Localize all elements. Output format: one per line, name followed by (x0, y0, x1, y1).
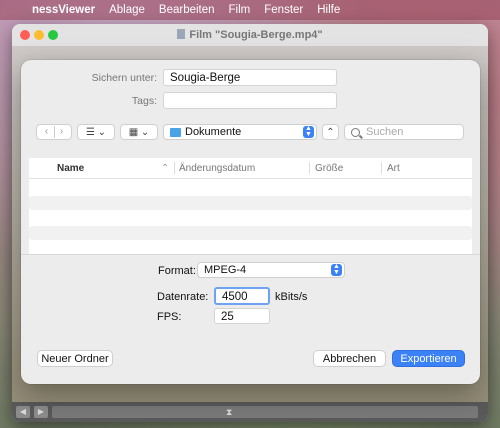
column-header: Name ⌃ Änderungsdatum Größe Art (29, 158, 472, 179)
search-icon (351, 127, 360, 137)
tags-label: Tags: (131, 95, 157, 107)
list-view-button[interactable]: ☰ ⌄ (77, 124, 115, 140)
window-title-wrap: Film "Sougia-Berge.mp4" (12, 29, 488, 41)
column-size[interactable]: Größe (315, 163, 343, 174)
group-view-button[interactable]: ▦ ⌄ (120, 124, 158, 140)
expand-collapse-button[interactable]: ⌃ (322, 124, 339, 140)
column-kind[interactable]: Art (387, 163, 400, 174)
menu-app-name[interactable]: nessViewer (32, 4, 95, 16)
list-row-empty (29, 196, 472, 210)
back-forward-buttons[interactable]: ‹ › (36, 124, 72, 140)
volume-icon[interactable]: ◀ (16, 406, 30, 418)
location-popup[interactable]: Dokumente ▲ ▼ (163, 124, 317, 140)
title-bar: Film "Sougia-Berge.mp4" (12, 24, 488, 47)
menu-bearbeiten[interactable]: Bearbeiten (159, 4, 215, 16)
format-popup[interactable]: MPEG-4 ▲ ▼ (197, 262, 345, 278)
fps-label: FPS: (157, 311, 182, 323)
datarate-label: Datenrate: (157, 291, 209, 303)
format-value: MPEG-4 (204, 264, 247, 276)
cancel-button[interactable]: Abbrechen (313, 350, 386, 367)
zoom-button[interactable] (48, 30, 58, 40)
list-row-empty (29, 226, 472, 240)
search-field[interactable]: Suchen (344, 124, 464, 140)
datarate-unit: kBits/s (275, 291, 308, 303)
playback-controller: ◀ ▶ ⧗ (12, 402, 488, 422)
chevron-up-icon: ⌃ (326, 126, 335, 138)
menu-bar: nessViewer Ablage Bearbeiten Film Fenste… (0, 0, 500, 20)
new-folder-button[interactable]: Neuer Ordner (37, 350, 113, 367)
menu-fenster[interactable]: Fenster (264, 4, 303, 16)
format-label: Format: (158, 265, 196, 277)
tags-field[interactable] (163, 92, 337, 109)
popup-arrows-icon: ▲ ▼ (303, 125, 314, 138)
menu-ablage[interactable]: Ablage (109, 4, 145, 16)
fps-field[interactable]: 25 (214, 308, 270, 324)
window-title: Film "Sougia-Berge.mp4" (189, 29, 323, 41)
menu-hilfe[interactable]: Hilfe (317, 4, 340, 16)
location-label: Dokumente (185, 126, 242, 138)
back-icon[interactable]: ‹ (40, 126, 54, 138)
document-icon (177, 29, 186, 39)
minimize-button[interactable] (34, 30, 44, 40)
forward-icon[interactable]: › (55, 126, 69, 138)
file-list[interactable]: Name ⌃ Änderungsdatum Größe Art (29, 158, 472, 254)
playhead-icon[interactable]: ⧗ (226, 407, 232, 418)
menu-film[interactable]: Film (229, 4, 251, 16)
divider (21, 254, 480, 255)
timeline-scrubber[interactable]: ⧗ (52, 406, 478, 418)
column-name[interactable]: Name (57, 163, 84, 174)
list-view-icon: ☰ ⌄ (85, 126, 107, 138)
grid-view-icon: ▦ ⌄ (128, 126, 150, 138)
save-as-label: Sichern unter: (91, 72, 157, 84)
folder-icon (170, 127, 181, 137)
export-button[interactable]: Exportieren (392, 350, 465, 367)
datarate-field[interactable]: 4500 (214, 287, 270, 305)
search-placeholder: Suchen (366, 126, 404, 138)
column-date[interactable]: Änderungsdatum (179, 163, 255, 174)
save-as-field[interactable]: Sougia-Berge (163, 69, 337, 86)
play-icon[interactable]: ▶ (34, 406, 48, 418)
popup-arrows-icon: ▲ ▼ (331, 263, 342, 276)
close-button[interactable] (20, 30, 30, 40)
export-sheet: Sichern unter: Sougia-Berge Tags: ‹ › ☰ ⌄… (21, 60, 480, 384)
sort-chevron-icon[interactable]: ⌃ (161, 163, 169, 174)
